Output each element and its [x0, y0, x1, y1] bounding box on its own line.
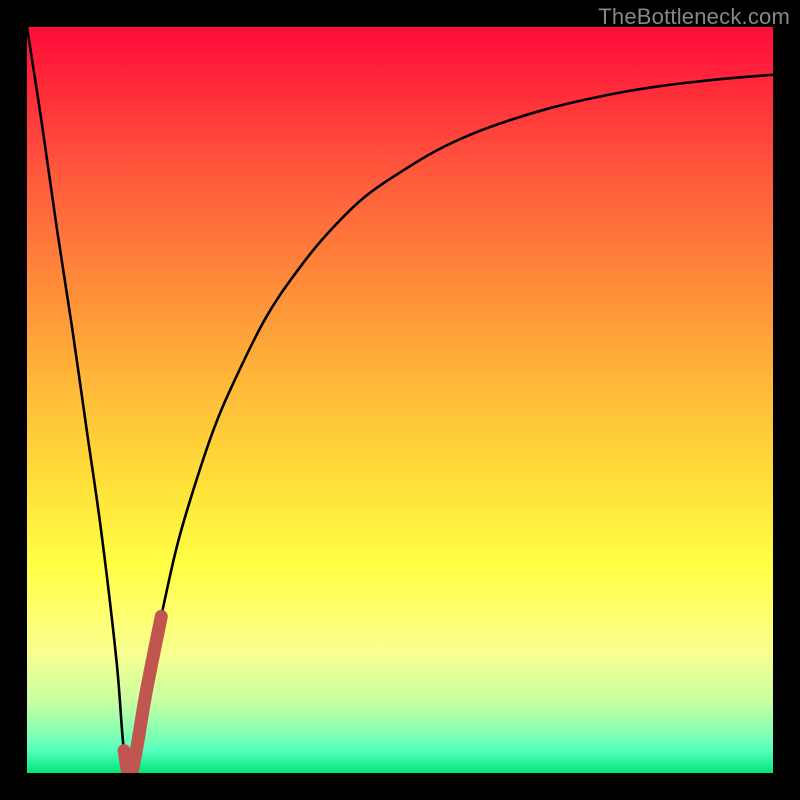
highlight-segment — [124, 616, 161, 773]
chart-plot-area — [27, 27, 773, 773]
attribution-text: TheBottleneck.com — [598, 4, 790, 30]
chart-svg — [27, 27, 773, 773]
bottleneck-curve — [27, 27, 773, 773]
